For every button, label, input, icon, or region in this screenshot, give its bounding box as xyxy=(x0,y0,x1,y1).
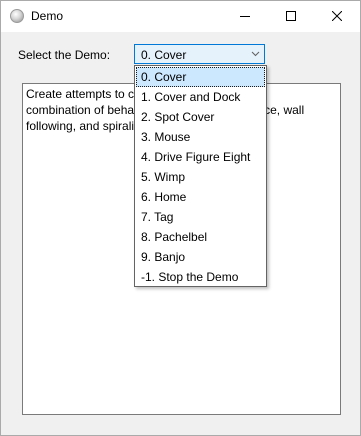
minimize-icon xyxy=(240,16,250,17)
dropdown-item-tag[interactable]: 7. Tag xyxy=(136,207,265,227)
demo-dropdown-list: 0. Cover 1. Cover and Dock 2. Spot Cover… xyxy=(134,65,267,287)
dropdown-item-spot-cover[interactable]: 2. Spot Cover xyxy=(136,107,265,127)
dropdown-item-cover[interactable]: 0. Cover xyxy=(136,67,265,87)
select-demo-label: Select the Demo: xyxy=(18,48,111,62)
minimize-button[interactable] xyxy=(222,1,268,32)
dropdown-item-stop-demo[interactable]: -1. Stop the Demo xyxy=(136,267,265,287)
dropdown-item-home[interactable]: 6. Home xyxy=(136,187,265,207)
dropdown-item-banjo[interactable]: 9. Banjo xyxy=(136,247,265,267)
combobox-value: 0. Cover xyxy=(141,48,187,62)
dropdown-item-pachelbel[interactable]: 8. Pachelbel xyxy=(136,227,265,247)
window-title: Demo xyxy=(31,9,64,23)
maximize-icon xyxy=(286,11,296,21)
demo-window: Demo Select the Demo: 0. Cover Create at… xyxy=(0,0,361,436)
dropdown-item-mouse[interactable]: 3. Mouse xyxy=(136,127,265,147)
dropdown-item-cover-and-dock[interactable]: 1. Cover and Dock xyxy=(136,87,265,107)
maximize-button[interactable] xyxy=(268,1,314,32)
app-sphere-icon xyxy=(10,9,24,23)
title-bar[interactable]: Demo xyxy=(1,1,360,32)
close-icon xyxy=(332,11,342,21)
chevron-down-icon[interactable] xyxy=(251,50,260,58)
close-button[interactable] xyxy=(314,1,360,32)
demo-combobox[interactable]: 0. Cover xyxy=(134,44,265,64)
dropdown-item-wimp[interactable]: 5. Wimp xyxy=(136,167,265,187)
dropdown-item-drive-figure-eight[interactable]: 4. Drive Figure Eight xyxy=(136,147,265,167)
